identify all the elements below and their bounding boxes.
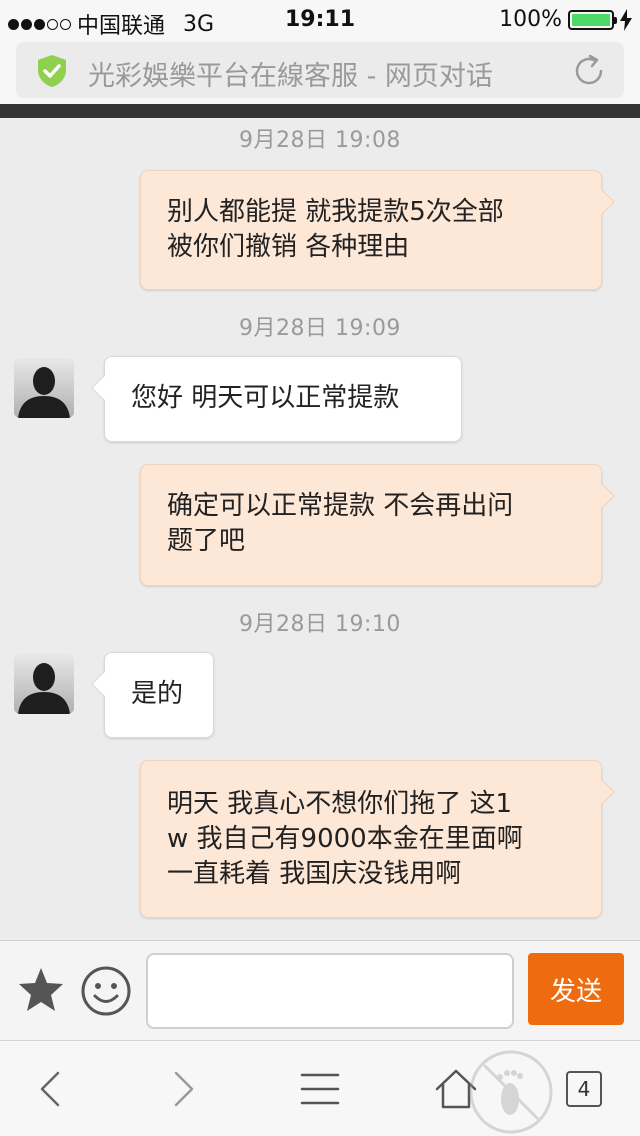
message-line: w 我自己有9000本金在里面啊 (167, 824, 523, 854)
footprint-icon[interactable] (466, 1047, 556, 1136)
person-silhouette-icon (18, 663, 70, 714)
message-incoming[interactable]: 您好 明天可以正常提款 (91, 356, 462, 442)
status-bar: 中国联通 3G 19:11 100% (0, 0, 640, 40)
person-silhouette-icon (18, 367, 70, 418)
message-outgoing[interactable]: 别人都能提 就我提款5次全部 被你们撤销 各种理由 (140, 170, 615, 290)
timestamp: 9月28日 19:09 (239, 316, 401, 341)
star-icon[interactable] (16, 965, 66, 1015)
message-incoming[interactable]: 是的 (91, 652, 214, 738)
agent-avatar (14, 358, 74, 418)
message-line: 您好 明天可以正常提款 (131, 383, 400, 413)
message-line: 被你们撤销 各种理由 (167, 232, 410, 262)
status-right: 100% (499, 7, 632, 32)
battery-percent: 100% (499, 7, 562, 32)
divider-strip (0, 104, 640, 118)
agent-avatar (14, 654, 74, 714)
message-input[interactable] (146, 953, 514, 1029)
timestamp: 9月28日 19:10 (239, 612, 401, 637)
chat-area[interactable]: 9月28日 19:08 别人都能提 就我提款5次全部 被你们撤销 各种理由 9月… (0, 118, 640, 940)
timestamp: 9月28日 19:08 (239, 128, 401, 153)
message-line: 确定可以正常提款 不会再出问 (167, 491, 514, 521)
charging-bolt-icon (620, 8, 632, 31)
forward-icon[interactable] (158, 1065, 206, 1113)
address-bar: 光彩娛樂平台在線客服 - 网页对话 (0, 40, 640, 104)
smiley-icon[interactable] (80, 965, 132, 1017)
message-outgoing[interactable]: 明天 我真心不想你们拖了 这1 w 我自己有9000本金在里面啊 一直耗着 我国… (140, 760, 615, 918)
browser-toolbar: 4 (0, 1040, 640, 1136)
url-field[interactable]: 光彩娛樂平台在線客服 - 网页对话 (16, 42, 624, 98)
message-line: 明天 我真心不想你们拖了 这1 (167, 789, 513, 819)
back-icon[interactable] (28, 1065, 76, 1113)
tab-count-button[interactable]: 4 (566, 1071, 602, 1107)
message-line: 题了吧 (167, 526, 246, 556)
send-button[interactable]: 发送 (528, 953, 624, 1025)
message-line: 是的 (131, 679, 184, 709)
message-line: 一直耗着 我国庆没钱用啊 (167, 859, 462, 889)
message-outgoing[interactable]: 确定可以正常提款 不会再出问 题了吧 (140, 464, 615, 586)
refresh-icon[interactable] (570, 52, 608, 90)
battery-icon (568, 9, 617, 30)
page-title: 光彩娛樂平台在線客服 - 网页对话 (88, 61, 493, 92)
message-input-bar: 发送 (0, 940, 640, 1040)
message-line: 别人都能提 就我提款5次全部 (167, 197, 504, 227)
shield-check-icon (38, 55, 66, 87)
menu-icon[interactable] (296, 1065, 344, 1113)
